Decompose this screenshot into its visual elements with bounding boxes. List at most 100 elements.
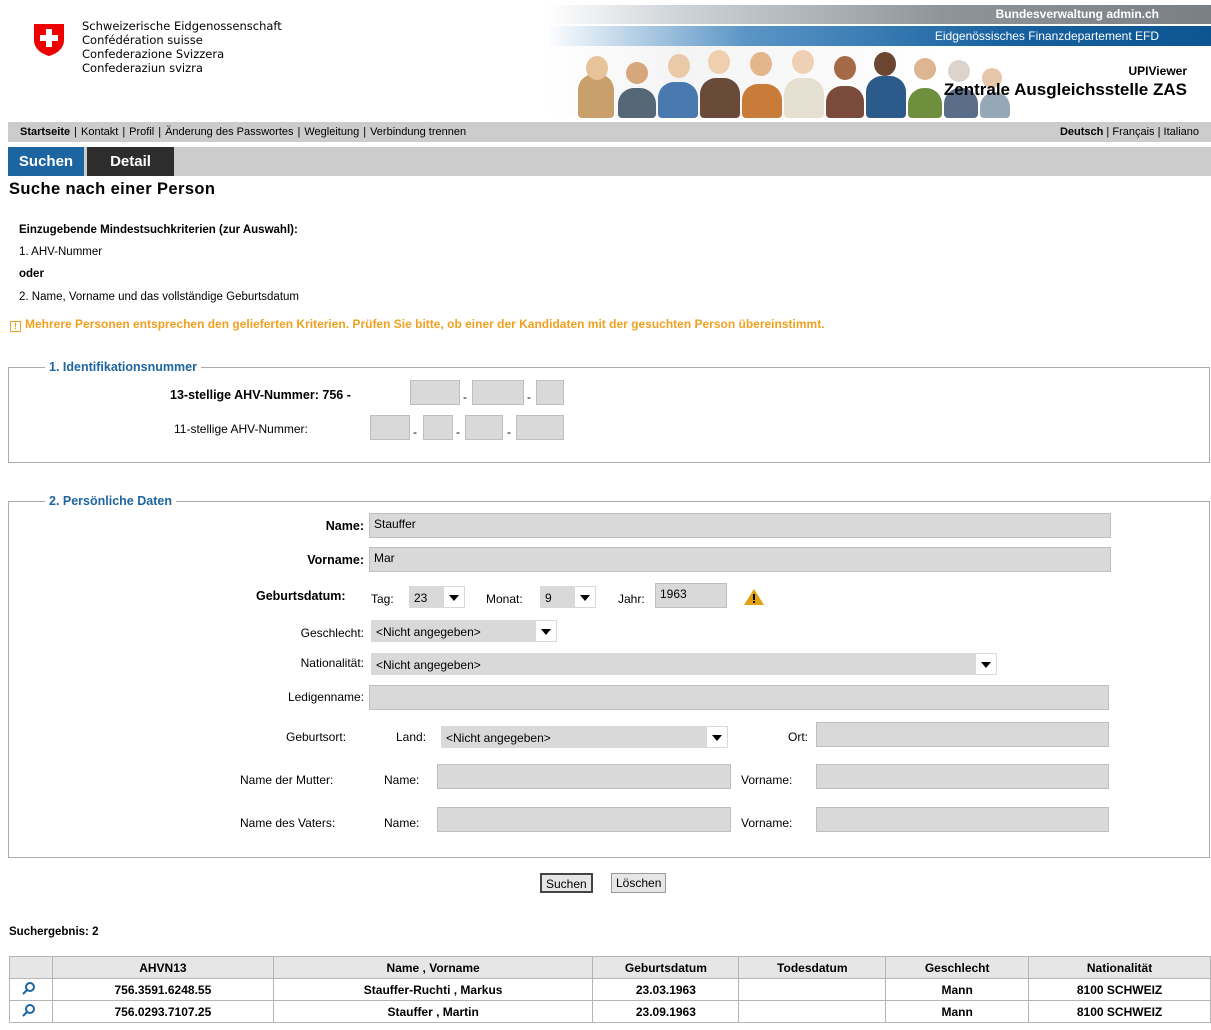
table-row[interactable]: 756.0293.7107.25 Stauffer , Martin 23.09… [9,1000,1211,1023]
language-switch: Deutsch | Français | Italiano [1059,126,1199,138]
tab-detail[interactable]: Detail [87,147,174,176]
vorname-input[interactable]: Mar [369,547,1111,572]
table-header-row: AHVN13 Name , Vorname Geburtsdatum Todes… [9,956,1211,979]
department-link[interactable]: Eidgenössisches Finanzdepartement EFD [546,26,1211,46]
lang-francais[interactable]: Français [1112,126,1154,138]
ort-label: Ort: [788,730,808,744]
cell-nationalitaet: 8100 SCHWEIZ [1028,978,1211,1001]
mother-name-label: Name: [384,773,420,787]
column-header-name[interactable]: Name , Vorname [272,956,594,979]
father-vorname-input[interactable] [816,807,1109,832]
warning-text: Mehrere Personen entsprechen den geliefe… [25,317,825,331]
magnifier-icon[interactable] [22,1003,36,1017]
sex-label: Geschlecht: [300,626,364,640]
monat-select[interactable]: 9 [540,586,596,608]
father-name-label: Name: [384,816,420,830]
criteria-line-1: 1. AHV-Nummer [19,246,103,258]
dash: - [527,390,531,404]
nav-verbindung-trennen[interactable]: Verbindung trennen [370,126,466,138]
app-name: UPIViewer [1128,64,1187,78]
name-label: Name: [325,519,364,533]
confederation-names: Schweizerische Eidgenossenschaft Confédé… [82,19,282,75]
jahr-input[interactable]: 1963 [655,583,727,608]
ahv13-field-1[interactable] [410,380,460,405]
cell-geschlecht: Mann [885,978,1030,1001]
sex-select[interactable]: <Nicht angegeben> [371,620,557,642]
ort-input[interactable] [816,722,1109,747]
admin-link[interactable]: Bundesverwaltung admin.ch [546,5,1211,24]
cell-geburtsdatum: 23.03.1963 [592,978,740,1001]
nav-wegleitung[interactable]: Wegleitung [304,126,359,138]
mother-vorname-input[interactable] [816,764,1109,789]
conf-name-it: Confederazione Svizzera [82,47,225,61]
tab-suchen[interactable]: Suchen [8,147,84,176]
page-title: Suche nach einer Person [9,180,216,198]
lang-deutsch[interactable]: Deutsch [1060,126,1103,138]
top-nav: Startseite | Kontakt | Profil | Änderung des P… [8,122,1211,142]
land-select[interactable]: <Nicht angegeben> [441,726,728,748]
ahv13-field-2[interactable] [472,380,524,405]
info-box-icon: ! [10,321,21,332]
row-detail-link[interactable] [9,978,53,1001]
ahv11-field-2[interactable] [423,415,453,440]
dash: - [507,425,511,439]
header: Schweizerische Eidgenossenschaft Confédé… [0,0,1211,118]
tag-select[interactable]: 23 [409,586,465,608]
row-detail-link[interactable] [9,1000,53,1023]
criteria-or: oder [19,268,44,280]
department-name: Zentrale Ausgleichsstelle ZAS [943,80,1187,99]
ahv13-field-3[interactable] [536,380,564,405]
nav-profil[interactable]: Profil [129,126,154,138]
father-name-input[interactable] [437,807,731,832]
clear-button[interactable]: Löschen [611,873,667,893]
column-header-nationalitaet[interactable]: Nationalität [1028,956,1211,979]
criteria-line-2: 2. Name, Vorname und das vollständige Ge… [19,291,299,303]
column-header-todesdatum[interactable]: Todesdatum [738,956,887,979]
id-section-legend: 1. Identifikationsnummer [49,360,197,374]
name-input[interactable]: Stauffer [369,513,1111,538]
criteria-heading: Einzugebende Mindestsuchkriterien (zur A… [19,224,298,236]
cell-ahvn13: 756.0293.7107.25 [51,1000,274,1023]
cell-todesdatum [738,1000,887,1023]
vorname-label: Vorname: [307,553,364,567]
mother-vorname-label: Vorname: [741,773,793,787]
conf-name-rm: Confederaziun svizra [82,61,203,75]
ledigenname-input[interactable] [369,685,1109,710]
land-label: Land: [396,730,427,744]
father-label: Name des Vaters: [240,816,336,830]
birthdate-label: Geburtsdatum: [256,589,346,603]
column-header-ahvn13[interactable]: AHVN13 [51,956,274,979]
results-title: Suchergebnis: 2 [9,926,99,938]
nav-passwort[interactable]: Änderung des Passwortes [165,126,293,138]
ahv11-field-3[interactable] [465,415,503,440]
warning-triangle-icon [744,589,764,605]
personal-section-legend: 2. Persönliche Daten [49,494,172,508]
dropdown-arrow-icon [536,621,556,641]
nationality-select[interactable]: <Nicht angegeben> [371,653,997,675]
ahv11-field-4[interactable] [516,415,564,440]
nav-kontakt[interactable]: Kontakt [81,126,118,138]
nav-startseite[interactable]: Startseite [20,126,70,138]
column-header-geschlecht[interactable]: Geschlecht [885,956,1030,979]
conf-name-fr: Confédération suisse [82,33,203,47]
mother-name-input[interactable] [437,764,731,789]
nationality-label: Nationalität: [300,656,364,670]
tag-label: Tag: [371,592,394,606]
cell-geschlecht: Mann [885,1000,1030,1023]
column-header-geburtsdatum[interactable]: Geburtsdatum [592,956,740,979]
search-button[interactable]: Suchen [540,873,593,893]
dash: - [413,425,417,439]
magnifier-icon[interactable] [22,981,36,995]
cell-todesdatum [738,978,887,1001]
dropdown-arrow-icon [976,654,996,674]
ledigenname-label: Ledigenname: [287,690,364,704]
ahv13-prefix: 756 - [322,388,351,402]
conf-name-de: Schweizerische Eidgenossenschaft [82,19,282,33]
tab-bar: Suchen Detail [8,147,1211,176]
ahv11-field-1[interactable] [370,415,410,440]
lang-italiano[interactable]: Italiano [1164,126,1199,138]
dash: - [463,390,467,404]
table-row[interactable]: 756.3591.6248.55 Stauffer-Ruchti , Marku… [9,978,1211,1001]
dropdown-arrow-icon [575,587,595,607]
dropdown-arrow-icon [707,727,727,747]
